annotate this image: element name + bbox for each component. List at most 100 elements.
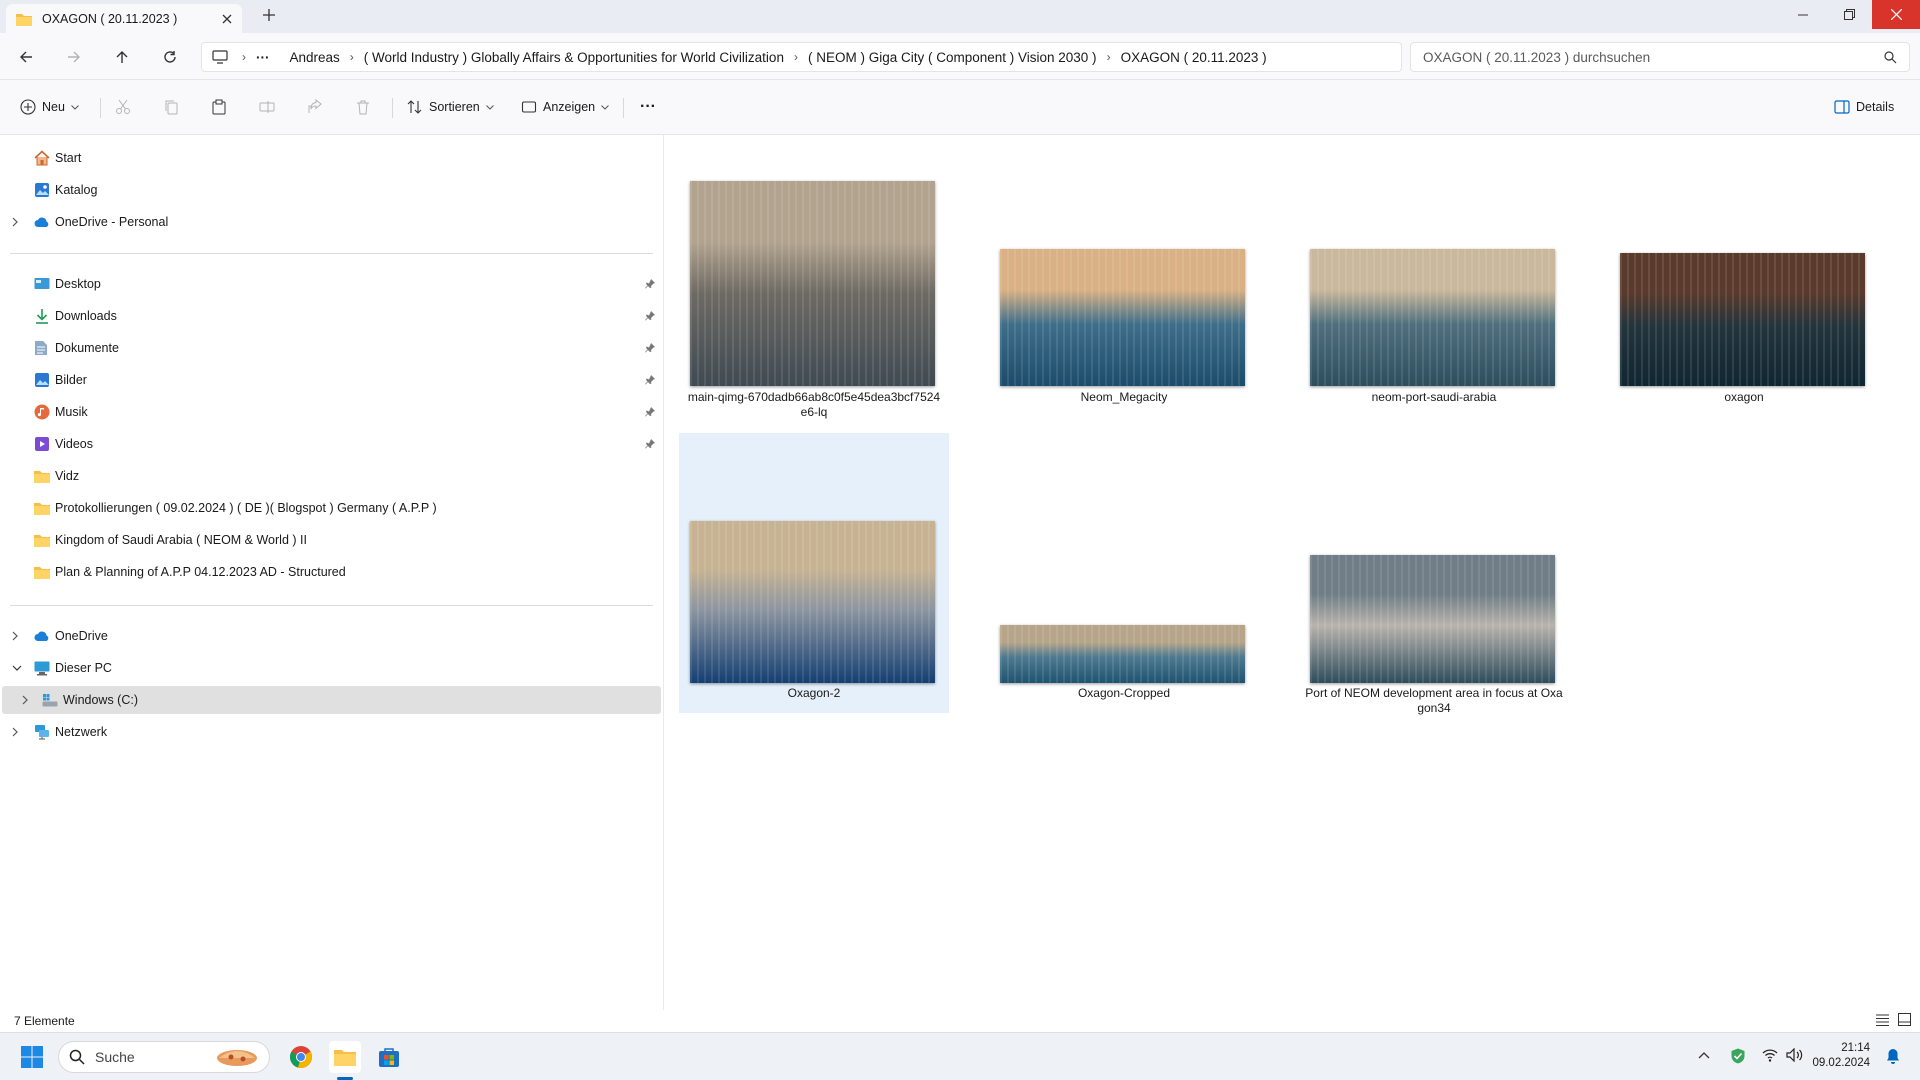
nav-item-label: Start xyxy=(55,151,82,165)
nav-item-katalog[interactable]: Katalog xyxy=(0,176,664,204)
image-thumbnail[interactable] xyxy=(690,181,935,386)
file-name: Neom_Megacity xyxy=(1080,390,1168,404)
nav-item-dokumente[interactable]: Dokumente xyxy=(0,334,664,362)
store-icon[interactable] xyxy=(373,1041,405,1073)
thumbnail-view-icon[interactable] xyxy=(1898,1013,1911,1026)
image-thumbnail[interactable] xyxy=(1310,555,1555,683)
more-options-button[interactable]: ··· xyxy=(640,92,656,122)
chevron-right-icon[interactable] xyxy=(12,217,22,227)
breadcrumb[interactable]: › ··· Andreas › ( World Industry ) Globa… xyxy=(201,42,1402,72)
file-item[interactable]: neom-port-saudi-arabia xyxy=(1299,173,1569,453)
chevron-up-icon[interactable] xyxy=(1698,1051,1710,1059)
nav-item-vidz[interactable]: Vidz xyxy=(0,462,664,490)
pin-icon[interactable] xyxy=(645,439,655,449)
nav-item-onedrive[interactable]: OneDrive xyxy=(0,622,664,650)
pin-icon[interactable] xyxy=(645,311,655,321)
copy-icon[interactable] xyxy=(163,92,179,122)
image-thumbnail[interactable] xyxy=(1310,249,1555,386)
view-button[interactable]: Anzeigen xyxy=(521,92,609,122)
file-item[interactable]: Neom_Megacity xyxy=(989,173,1259,453)
refresh-icon[interactable] xyxy=(156,43,184,71)
minimize-icon[interactable] xyxy=(1780,0,1826,29)
nav-item-label: Netzwerk xyxy=(55,725,108,739)
nav-item-desktop[interactable]: Desktop xyxy=(0,270,664,298)
file-item[interactable]: oxagon xyxy=(1609,173,1879,453)
nav-item-label: Vidz xyxy=(55,469,80,483)
search-highlight-icon xyxy=(215,1046,259,1068)
file-item[interactable]: main-qimg-670dadb66ab8c0f5e45dea3bcf7524… xyxy=(679,173,949,453)
chevron-right-icon[interactable] xyxy=(12,727,22,737)
notification-bell-icon[interactable] xyxy=(1886,1048,1900,1064)
breadcrumb-item-current[interactable]: OXAGON ( 20.11.2023 ) xyxy=(1111,50,1277,65)
restore-icon[interactable] xyxy=(1826,0,1872,29)
nav-item-start[interactable]: Start xyxy=(0,144,664,172)
file-name: main-qimg-670dadb66ab8c0f5e45dea3bcf7524… xyxy=(687,390,941,419)
search-placeholder: OXAGON ( 20.11.2023 ) durchsuchen xyxy=(1423,49,1651,65)
file-item[interactable]: Oxagon-Cropped xyxy=(989,433,1259,713)
paste-icon[interactable] xyxy=(211,92,227,122)
nav-item-downloads[interactable]: Downloads xyxy=(0,302,664,330)
monitor-icon[interactable] xyxy=(212,50,228,64)
nav-item-bilder[interactable]: Bilder xyxy=(0,366,664,394)
chevron-right-icon[interactable] xyxy=(12,631,22,641)
pin-icon[interactable] xyxy=(645,407,655,417)
nav-item-videos[interactable]: Videos xyxy=(0,430,664,458)
security-check-icon[interactable] xyxy=(1730,1048,1746,1064)
taskbar-search[interactable]: Suche xyxy=(58,1041,270,1073)
volume-icon[interactable] xyxy=(1786,1048,1804,1062)
nav-item-netzwerk[interactable]: Netzwerk xyxy=(0,718,664,746)
windows-start-icon[interactable] xyxy=(16,1041,48,1073)
forward-icon[interactable] xyxy=(60,43,88,71)
search-input[interactable]: OXAGON ( 20.11.2023 ) durchsuchen xyxy=(1410,42,1910,72)
delete-icon[interactable] xyxy=(355,92,371,122)
nav-item-label: Bilder xyxy=(55,373,87,387)
chevron-right-icon[interactable] xyxy=(22,695,32,705)
details-button[interactable]: Details xyxy=(1834,92,1894,122)
image-thumbnail[interactable] xyxy=(1000,625,1245,683)
breadcrumb-item[interactable]: Andreas xyxy=(280,50,350,65)
list-view-icon[interactable] xyxy=(1876,1014,1889,1026)
chevron-down-icon[interactable] xyxy=(12,665,22,671)
image-thumbnail[interactable] xyxy=(1000,249,1245,386)
image-thumbnail[interactable] xyxy=(1620,253,1865,386)
breadcrumb-item[interactable]: ( NEOM ) Giga City ( Component ) Vision … xyxy=(798,50,1107,65)
up-icon[interactable] xyxy=(108,43,136,71)
image-thumbnail[interactable] xyxy=(690,521,935,683)
close-window-icon[interactable] xyxy=(1872,0,1920,29)
chrome-icon[interactable] xyxy=(285,1041,317,1073)
share-icon[interactable] xyxy=(307,92,323,122)
file-item[interactable]: Port of NEOM development area in focus a… xyxy=(1299,433,1569,715)
search-icon[interactable] xyxy=(1884,50,1897,64)
nav-item-label: Protokollierungen ( 09.02.2024 ) ( DE )(… xyxy=(55,501,437,515)
pin-icon[interactable] xyxy=(645,279,655,289)
rename-icon[interactable] xyxy=(259,92,275,122)
new-tab-icon[interactable] xyxy=(262,8,276,22)
breadcrumb-overflow[interactable]: ··· xyxy=(246,50,280,65)
tab-oxagon[interactable]: OXAGON ( 20.11.2023 ) xyxy=(6,4,242,33)
file-explorer-icon[interactable] xyxy=(329,1041,361,1073)
nav-item-protokollierungen[interactable]: Protokollierungen ( 09.02.2024 ) ( DE )(… xyxy=(0,494,664,522)
nav-item-label: Katalog xyxy=(55,183,98,197)
back-icon[interactable] xyxy=(12,43,40,71)
pin-icon[interactable] xyxy=(645,343,655,353)
title-bar: OXAGON ( 20.11.2023 ) xyxy=(0,0,1920,33)
nav-item-musik[interactable]: Musik xyxy=(0,398,664,426)
nav-item-label: Desktop xyxy=(55,277,101,291)
nav-item-windows-c[interactable]: Windows (C:) xyxy=(2,686,661,714)
nav-item-kingdom-saudi-arabia[interactable]: Kingdom of Saudi Arabia ( NEOM & World )… xyxy=(0,526,664,554)
clock[interactable]: 21:14 09.02.2024 xyxy=(1812,1041,1870,1071)
close-tab-icon[interactable] xyxy=(222,14,232,24)
nav-item-label: Videos xyxy=(55,437,93,451)
new-button[interactable]: Neu xyxy=(20,92,79,122)
chevron-down-icon xyxy=(71,104,79,110)
cut-icon[interactable] xyxy=(115,92,131,122)
pin-icon[interactable] xyxy=(645,375,655,385)
wifi-icon[interactable] xyxy=(1762,1048,1778,1062)
nav-item-dieser-pc[interactable]: Dieser PC xyxy=(0,654,664,682)
nav-item-plan-planning[interactable]: Plan & Planning of A.P.P 04.12.2023 AD -… xyxy=(0,558,664,586)
sort-button[interactable]: Sortieren xyxy=(407,92,494,122)
file-item-selected[interactable]: Oxagon-2 xyxy=(679,433,949,713)
nav-item-onedrive-personal[interactable]: OneDrive - Personal xyxy=(0,208,664,236)
cloud-icon xyxy=(34,214,50,230)
breadcrumb-item[interactable]: ( World Industry ) Globally Affairs & Op… xyxy=(354,50,794,65)
